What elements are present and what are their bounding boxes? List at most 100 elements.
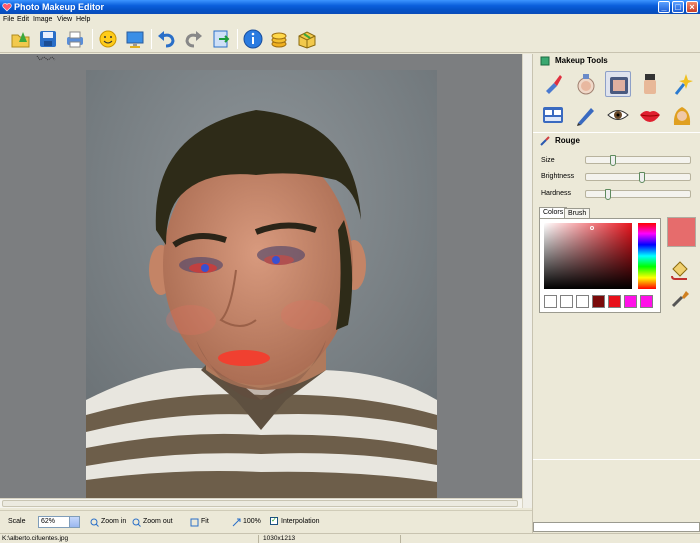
status-divider (258, 535, 259, 543)
maximize-button[interactable]: □ (672, 1, 684, 13)
menu-image[interactable]: Image (33, 15, 52, 24)
tool-lipstick[interactable] (540, 71, 566, 97)
lipstick-icon (546, 75, 562, 94)
face-detect-icon (99, 30, 117, 48)
foundation-icon (610, 77, 628, 94)
menu-edit[interactable]: Edit (17, 15, 29, 24)
zoom-in-button[interactable]: Zoom in (90, 516, 126, 528)
hardness-slider-thumb[interactable] (605, 189, 611, 200)
save-button[interactable] (37, 28, 59, 50)
coins-icon (271, 32, 287, 48)
actual-size-button[interactable]: 100% (232, 516, 261, 528)
box-icon (298, 31, 316, 49)
current-color-preview (667, 217, 696, 247)
tool-foundation[interactable] (605, 71, 631, 97)
export-button[interactable] (210, 28, 232, 50)
color-picker (539, 218, 661, 313)
status-divider (400, 535, 401, 543)
redo-icon (185, 31, 202, 48)
color-swatch[interactable] (592, 295, 605, 308)
app-heart-icon (2, 3, 12, 12)
fit-label: Fit (201, 518, 209, 525)
makeup-tools-title: Makeup Tools (555, 56, 608, 65)
save-icon (40, 31, 56, 47)
actual-size-label: 100% (243, 518, 261, 525)
color-swatch[interactable] (544, 295, 557, 308)
hair-icon (673, 107, 691, 125)
actual-size-icon (232, 518, 241, 527)
info-button[interactable] (242, 28, 264, 50)
menu-bar: File Edit Image View Help (0, 14, 700, 25)
color-cursor[interactable] (590, 226, 594, 230)
fit-button[interactable]: Fit (190, 516, 209, 528)
concealer-icon (644, 74, 656, 94)
undo-button[interactable] (156, 28, 178, 50)
brightness-slider[interactable] (585, 172, 691, 183)
brightness-slider-thumb[interactable] (639, 172, 645, 183)
size-slider-thumb[interactable] (610, 155, 616, 166)
menu-view[interactable]: View (57, 15, 72, 24)
tab-colors[interactable]: Colors (539, 207, 568, 218)
size-label: Size (541, 157, 555, 164)
makeup-tools-header: Makeup Tools (533, 54, 700, 68)
menu-file[interactable]: File (3, 15, 14, 24)
zoom-out-icon (132, 518, 141, 527)
export-icon (213, 30, 230, 48)
open-button[interactable] (10, 28, 32, 50)
open-icon (11, 32, 30, 48)
makeup-panel: Makeup Tools Rouge Size Brightness Hardn… (532, 54, 700, 533)
image-dimensions: 1030x1213 (263, 535, 296, 542)
rouge-title: Rouge (555, 136, 580, 145)
horizontal-scrollbar[interactable] (0, 498, 522, 508)
interpolation-checkbox[interactable]: ✓ (270, 517, 278, 525)
chevron-down-icon[interactable] (69, 517, 79, 527)
toolbar-separator (237, 29, 238, 49)
vertical-scrollbar[interactable] (522, 54, 532, 508)
tab-brush[interactable]: Brush (564, 208, 591, 218)
face-detect-button[interactable] (97, 28, 119, 50)
tool-powder[interactable] (573, 71, 599, 97)
eyedropper-button[interactable] (669, 287, 691, 309)
monitor-button[interactable] (124, 28, 146, 50)
image-canvas[interactable] (0, 54, 522, 498)
hardness-slider[interactable] (585, 189, 691, 200)
color-swatch[interactable] (608, 295, 621, 308)
zoom-in-label: Zoom in (101, 518, 127, 525)
zoom-bar: Scale 62% Zoom in Zoom out Fit 100% ✓ In… (0, 510, 532, 532)
menu-help[interactable]: Help (76, 15, 90, 24)
pencil-icon (577, 108, 594, 126)
saturation-value-field[interactable] (544, 223, 632, 289)
color-swatch[interactable] (560, 295, 573, 308)
scrollbar-thumb[interactable] (2, 500, 518, 507)
close-button[interactable]: × (686, 1, 698, 13)
color-swatch[interactable] (624, 295, 637, 308)
paint-bucket-button[interactable] (669, 259, 691, 281)
tool-lips[interactable] (637, 102, 663, 128)
undo-icon (158, 31, 175, 48)
zoom-out-button[interactable]: Zoom out (132, 516, 173, 528)
brightness-label: Brightness (541, 173, 575, 180)
tool-eyeshadow-palette[interactable] (540, 102, 566, 128)
portrait-photo[interactable] (86, 70, 437, 498)
scale-select[interactable]: 62% (38, 516, 80, 528)
tool-hair[interactable] (669, 102, 695, 128)
interpolation-label: Interpolation (281, 518, 320, 525)
tool-pencil[interactable] (573, 102, 599, 128)
print-button[interactable] (64, 28, 86, 50)
lips-icon (640, 111, 660, 122)
box-button[interactable] (296, 28, 318, 50)
redo-button[interactable] (182, 28, 204, 50)
toolbar (0, 25, 700, 53)
size-slider[interactable] (585, 155, 691, 166)
monitor-icon (126, 31, 144, 48)
color-swatch[interactable] (576, 295, 589, 308)
eye-icon (607, 110, 629, 120)
tool-eye[interactable] (605, 102, 631, 128)
tool-concealer[interactable] (637, 71, 663, 97)
tool-sparkle[interactable] (669, 71, 695, 97)
minimize-button[interactable]: _ (658, 1, 670, 13)
hue-bar[interactable] (638, 223, 656, 289)
color-swatch[interactable] (640, 295, 653, 308)
scale-value: 62% (41, 518, 56, 525)
coins-button[interactable] (268, 28, 290, 50)
